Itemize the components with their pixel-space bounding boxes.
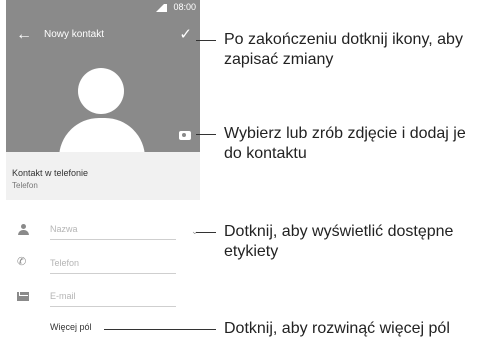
- camera-icon[interactable]: [179, 131, 191, 140]
- avatar-head: [78, 68, 124, 114]
- app-bar: ← Nowy kontakt ✓: [6, 16, 200, 56]
- status-bar: 08:00: [6, 0, 200, 16]
- account-title: Kontakt w telefonie: [12, 168, 89, 178]
- phone-icon: ✆: [17, 256, 27, 268]
- mail-icon: [17, 290, 30, 303]
- phone-field[interactable]: Telefon: [50, 255, 176, 274]
- account-section[interactable]: Kontakt w telefonie Telefon: [6, 152, 200, 200]
- leader-line-more: [104, 329, 216, 330]
- callout-save: Po zakończeniu dotknij ikony, aby zapisa…: [224, 31, 463, 68]
- email-field[interactable]: E-mail: [50, 288, 176, 307]
- page-title: Nowy kontakt: [44, 29, 105, 40]
- arrow-back-icon[interactable]: ←: [16, 26, 32, 44]
- leader-line-labels: [196, 232, 216, 233]
- name-field[interactable]: Nazwa: [50, 221, 176, 240]
- status-time: 08:00: [173, 2, 196, 12]
- callout-photo: Wybierz lub zrób zdjęcie i dodaj je do k…: [224, 125, 466, 162]
- contact-photo[interactable]: [6, 56, 200, 158]
- leader-line-photo: [196, 134, 216, 135]
- check-icon[interactable]: ✓: [179, 26, 192, 44]
- more-fields-button[interactable]: Więcej pól: [50, 322, 92, 332]
- callout-more: Dotknij, aby rozwinąć więcej pól: [224, 320, 450, 337]
- signal-icon: [156, 4, 164, 12]
- callout-labels: Dotknij, aby wyświetlić dostępne etykiet…: [224, 223, 454, 260]
- battery-icon: [164, 4, 167, 12]
- person-icon: [17, 224, 30, 237]
- leader-line-save: [196, 40, 216, 41]
- account-subtitle: Telefon: [12, 181, 38, 190]
- phone-screen: 08:00 ← Nowy kontakt ✓ Kontakt w telefon…: [6, 0, 200, 345]
